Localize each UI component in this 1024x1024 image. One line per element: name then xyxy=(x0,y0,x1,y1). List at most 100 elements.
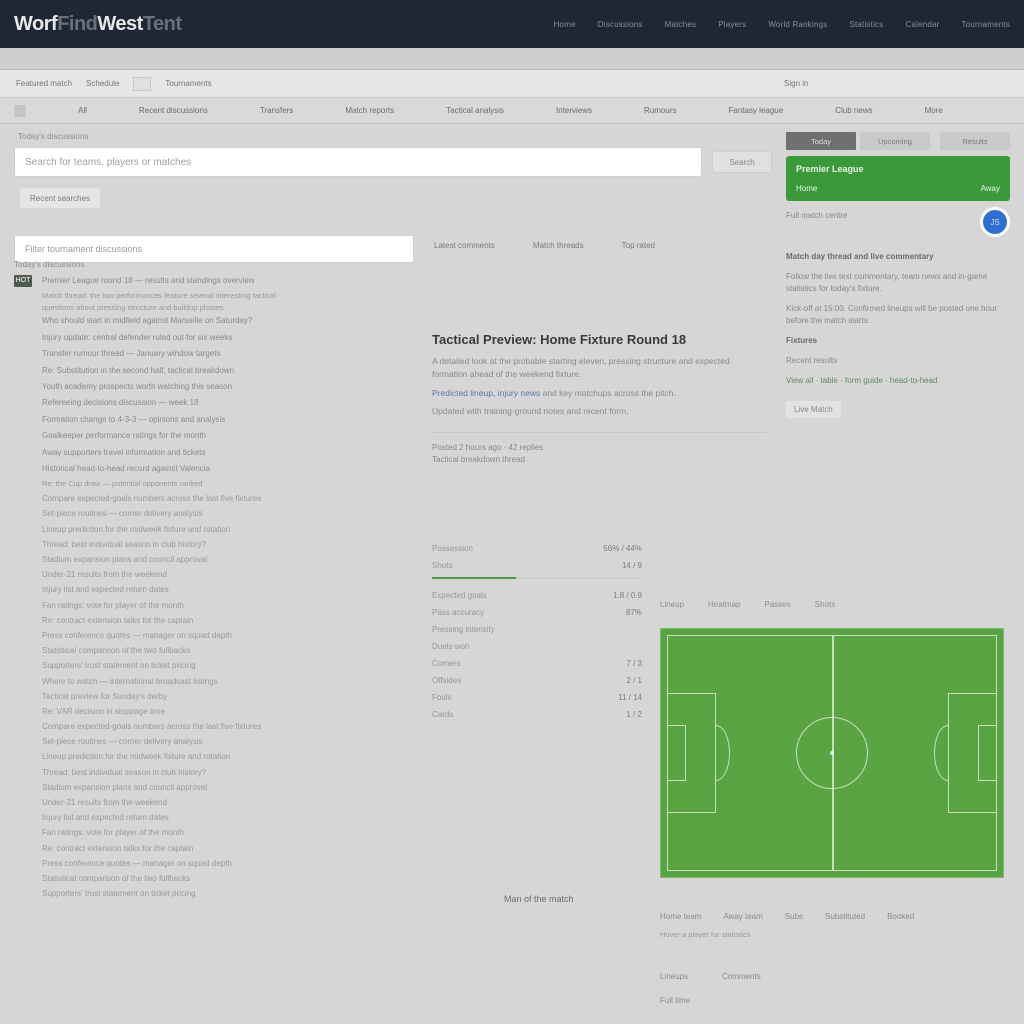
link-threads[interactable]: Match threads xyxy=(533,241,584,250)
pill-today[interactable]: Today xyxy=(786,132,856,150)
nav-stats[interactable]: Statistics xyxy=(849,20,883,29)
thread-meta: questions about pressing structure and b… xyxy=(14,303,772,312)
thread-link[interactable]: Refereeing decisions discussion — week 1… xyxy=(42,397,199,409)
nav-matches[interactable]: Matches xyxy=(665,20,697,29)
link-latest[interactable]: Latest comments xyxy=(434,241,495,250)
tab-lineups[interactable]: Lineups xyxy=(660,972,688,981)
breadcrumb-b[interactable]: Schedule xyxy=(86,79,119,88)
pitch-tabs: Lineup Heatmap Passes Shots xyxy=(660,600,1000,609)
tab-lineup[interactable]: Lineup xyxy=(660,600,684,609)
article-line: Updated with training-ground notes and r… xyxy=(432,405,767,418)
stat-value: 1.8 / 0.9 xyxy=(613,591,642,600)
breadcrumb-bar: Featured match Schedule Tournaments Sign… xyxy=(0,70,1024,98)
nav-rankings[interactable]: World Rankings xyxy=(768,20,827,29)
thread-link[interactable]: Premier League round 18 — results and st… xyxy=(42,275,255,287)
tab-recent[interactable]: Recent discussions xyxy=(139,106,208,115)
home-team: Home xyxy=(796,184,817,193)
article-lede: A detailed look at the probable starting… xyxy=(432,355,767,381)
nav-players[interactable]: Players xyxy=(718,20,746,29)
motm-heading: Man of the match xyxy=(504,894,574,904)
view-all-link[interactable]: View all · table · form guide · head-to-… xyxy=(786,375,1010,387)
live-match-card[interactable]: Premier League Home Away xyxy=(786,156,1010,201)
article-line: Predicted lineup, injury news and key ma… xyxy=(432,387,767,400)
site-logo[interactable]: WorfFindWestTent xyxy=(14,13,182,36)
centre-spot xyxy=(830,751,834,755)
grid-icon[interactable] xyxy=(14,105,26,117)
tab-all[interactable]: All xyxy=(78,106,87,115)
stat-label: Possession xyxy=(432,544,473,553)
away-team: Away xyxy=(981,184,1000,193)
match-centre-link[interactable]: Full match centre xyxy=(786,211,847,237)
stat-label: Expected goals xyxy=(432,591,487,600)
stat-value: 7 / 3 xyxy=(626,659,642,668)
thread-link[interactable]: Formation change to 4-3-3 — opinions and… xyxy=(42,414,225,426)
avatar[interactable]: JS xyxy=(980,207,1010,237)
thread-link[interactable]: Who should start in midfield against Mar… xyxy=(42,315,252,327)
stat-value: 11 / 14 xyxy=(618,693,642,702)
match-league: Premier League xyxy=(796,164,1000,174)
nav-calendar[interactable]: Calendar xyxy=(905,20,939,29)
stat-label: Duels won xyxy=(432,642,469,651)
tab-reports[interactable]: Match reports xyxy=(345,106,394,115)
breadcrumb-c[interactable]: Tournaments xyxy=(165,79,211,88)
search-button[interactable]: Search xyxy=(712,151,772,173)
stat-label: Offsides xyxy=(432,676,461,685)
thread-link[interactable]: Youth academy prospects worth watching t… xyxy=(42,381,232,393)
legend-subs: Subs xyxy=(785,912,803,921)
tab-interviews[interactable]: Interviews xyxy=(556,106,592,115)
article-title[interactable]: Tactical Preview: Home Fixture Round 18 xyxy=(432,332,767,347)
logo-part-b: Find xyxy=(57,13,97,35)
thread-link[interactable]: Historical head-to-head record against V… xyxy=(42,463,210,475)
thread-link[interactable]: Transfer rumour thread — January window … xyxy=(42,348,220,360)
live-match-tab[interactable]: Live Match xyxy=(786,401,841,418)
sidebar-headline[interactable]: Match day thread and live commentary xyxy=(786,251,1010,263)
nav-home[interactable]: Home xyxy=(554,20,576,29)
pitch-hint: Hover a player for statistics xyxy=(660,930,750,939)
link-top[interactable]: Top rated xyxy=(622,241,655,250)
filter-input[interactable]: Filter tournament discussions xyxy=(14,235,414,263)
goal-box-left xyxy=(668,725,686,781)
tab-fantasy[interactable]: Fantasy league xyxy=(729,106,784,115)
thread-link[interactable]: Injury update: central defender ruled ou… xyxy=(42,332,232,344)
thread-link[interactable]: Re: Substitution in the second half, tac… xyxy=(42,365,234,377)
thread-link[interactable]: Goalkeeper performance ratings for the m… xyxy=(42,430,206,442)
sidebar-para: Follow the live text commentary, team ne… xyxy=(786,271,1010,295)
goal-box-right xyxy=(978,725,996,781)
tab-transfers[interactable]: Transfers xyxy=(260,106,294,115)
stat-label: Shots xyxy=(432,561,452,570)
recent-searches-chip[interactable]: Recent searches xyxy=(20,188,100,208)
stat-value: 1 / 2 xyxy=(626,710,642,719)
nav-discussions[interactable]: Discussions xyxy=(598,20,643,29)
legend-substituted: Substituted xyxy=(825,912,865,921)
sign-in-link[interactable]: Sign in xyxy=(784,79,1008,88)
fixtures-heading: Fixtures xyxy=(786,335,1010,347)
tab-heatmap[interactable]: Heatmap xyxy=(708,600,740,609)
logo-part-c: West xyxy=(97,13,142,35)
thread-link[interactable]: Away supporters travel information and t… xyxy=(42,447,205,459)
legend-away: Away team xyxy=(723,912,762,921)
match-filter-pills: Today Upcoming Results xyxy=(786,132,1010,150)
tab-passes[interactable]: Passes xyxy=(765,600,791,609)
pill-upcoming[interactable]: Upcoming xyxy=(860,132,930,150)
stat-label: Pressing intensity xyxy=(432,625,495,634)
primary-nav: Home Discussions Matches Players World R… xyxy=(554,20,1010,29)
nav-tournaments[interactable]: Tournaments xyxy=(962,20,1010,29)
sidebar-para: Kick-off at 15:00. Confirmed lineups wil… xyxy=(786,303,1010,327)
search-input[interactable]: Search for teams, players or matches xyxy=(14,147,702,177)
tab-shots[interactable]: Shots xyxy=(815,600,835,609)
tab-comments[interactable]: Comments xyxy=(722,972,761,981)
hot-badge: HOT xyxy=(14,275,32,287)
tab-rumours[interactable]: Rumours xyxy=(644,106,676,115)
pill-results[interactable]: Results xyxy=(940,132,1010,150)
logo-part-a: Worf xyxy=(14,13,57,35)
tab-analysis[interactable]: Tactical analysis xyxy=(446,106,504,115)
stat-value: 14 / 9 xyxy=(622,561,642,570)
breadcrumb-a[interactable]: Featured match xyxy=(16,79,72,88)
football-pitch[interactable] xyxy=(660,628,1004,878)
tab-more[interactable]: More xyxy=(925,106,943,115)
legend-booked: Booked xyxy=(887,912,914,921)
category-tabs: All Recent discussions Transfers Match r… xyxy=(0,98,1024,124)
article-meta: Tactical breakdown thread xyxy=(432,455,767,464)
tab-club[interactable]: Club news xyxy=(835,106,872,115)
recent-results[interactable]: Recent results xyxy=(786,355,1010,367)
